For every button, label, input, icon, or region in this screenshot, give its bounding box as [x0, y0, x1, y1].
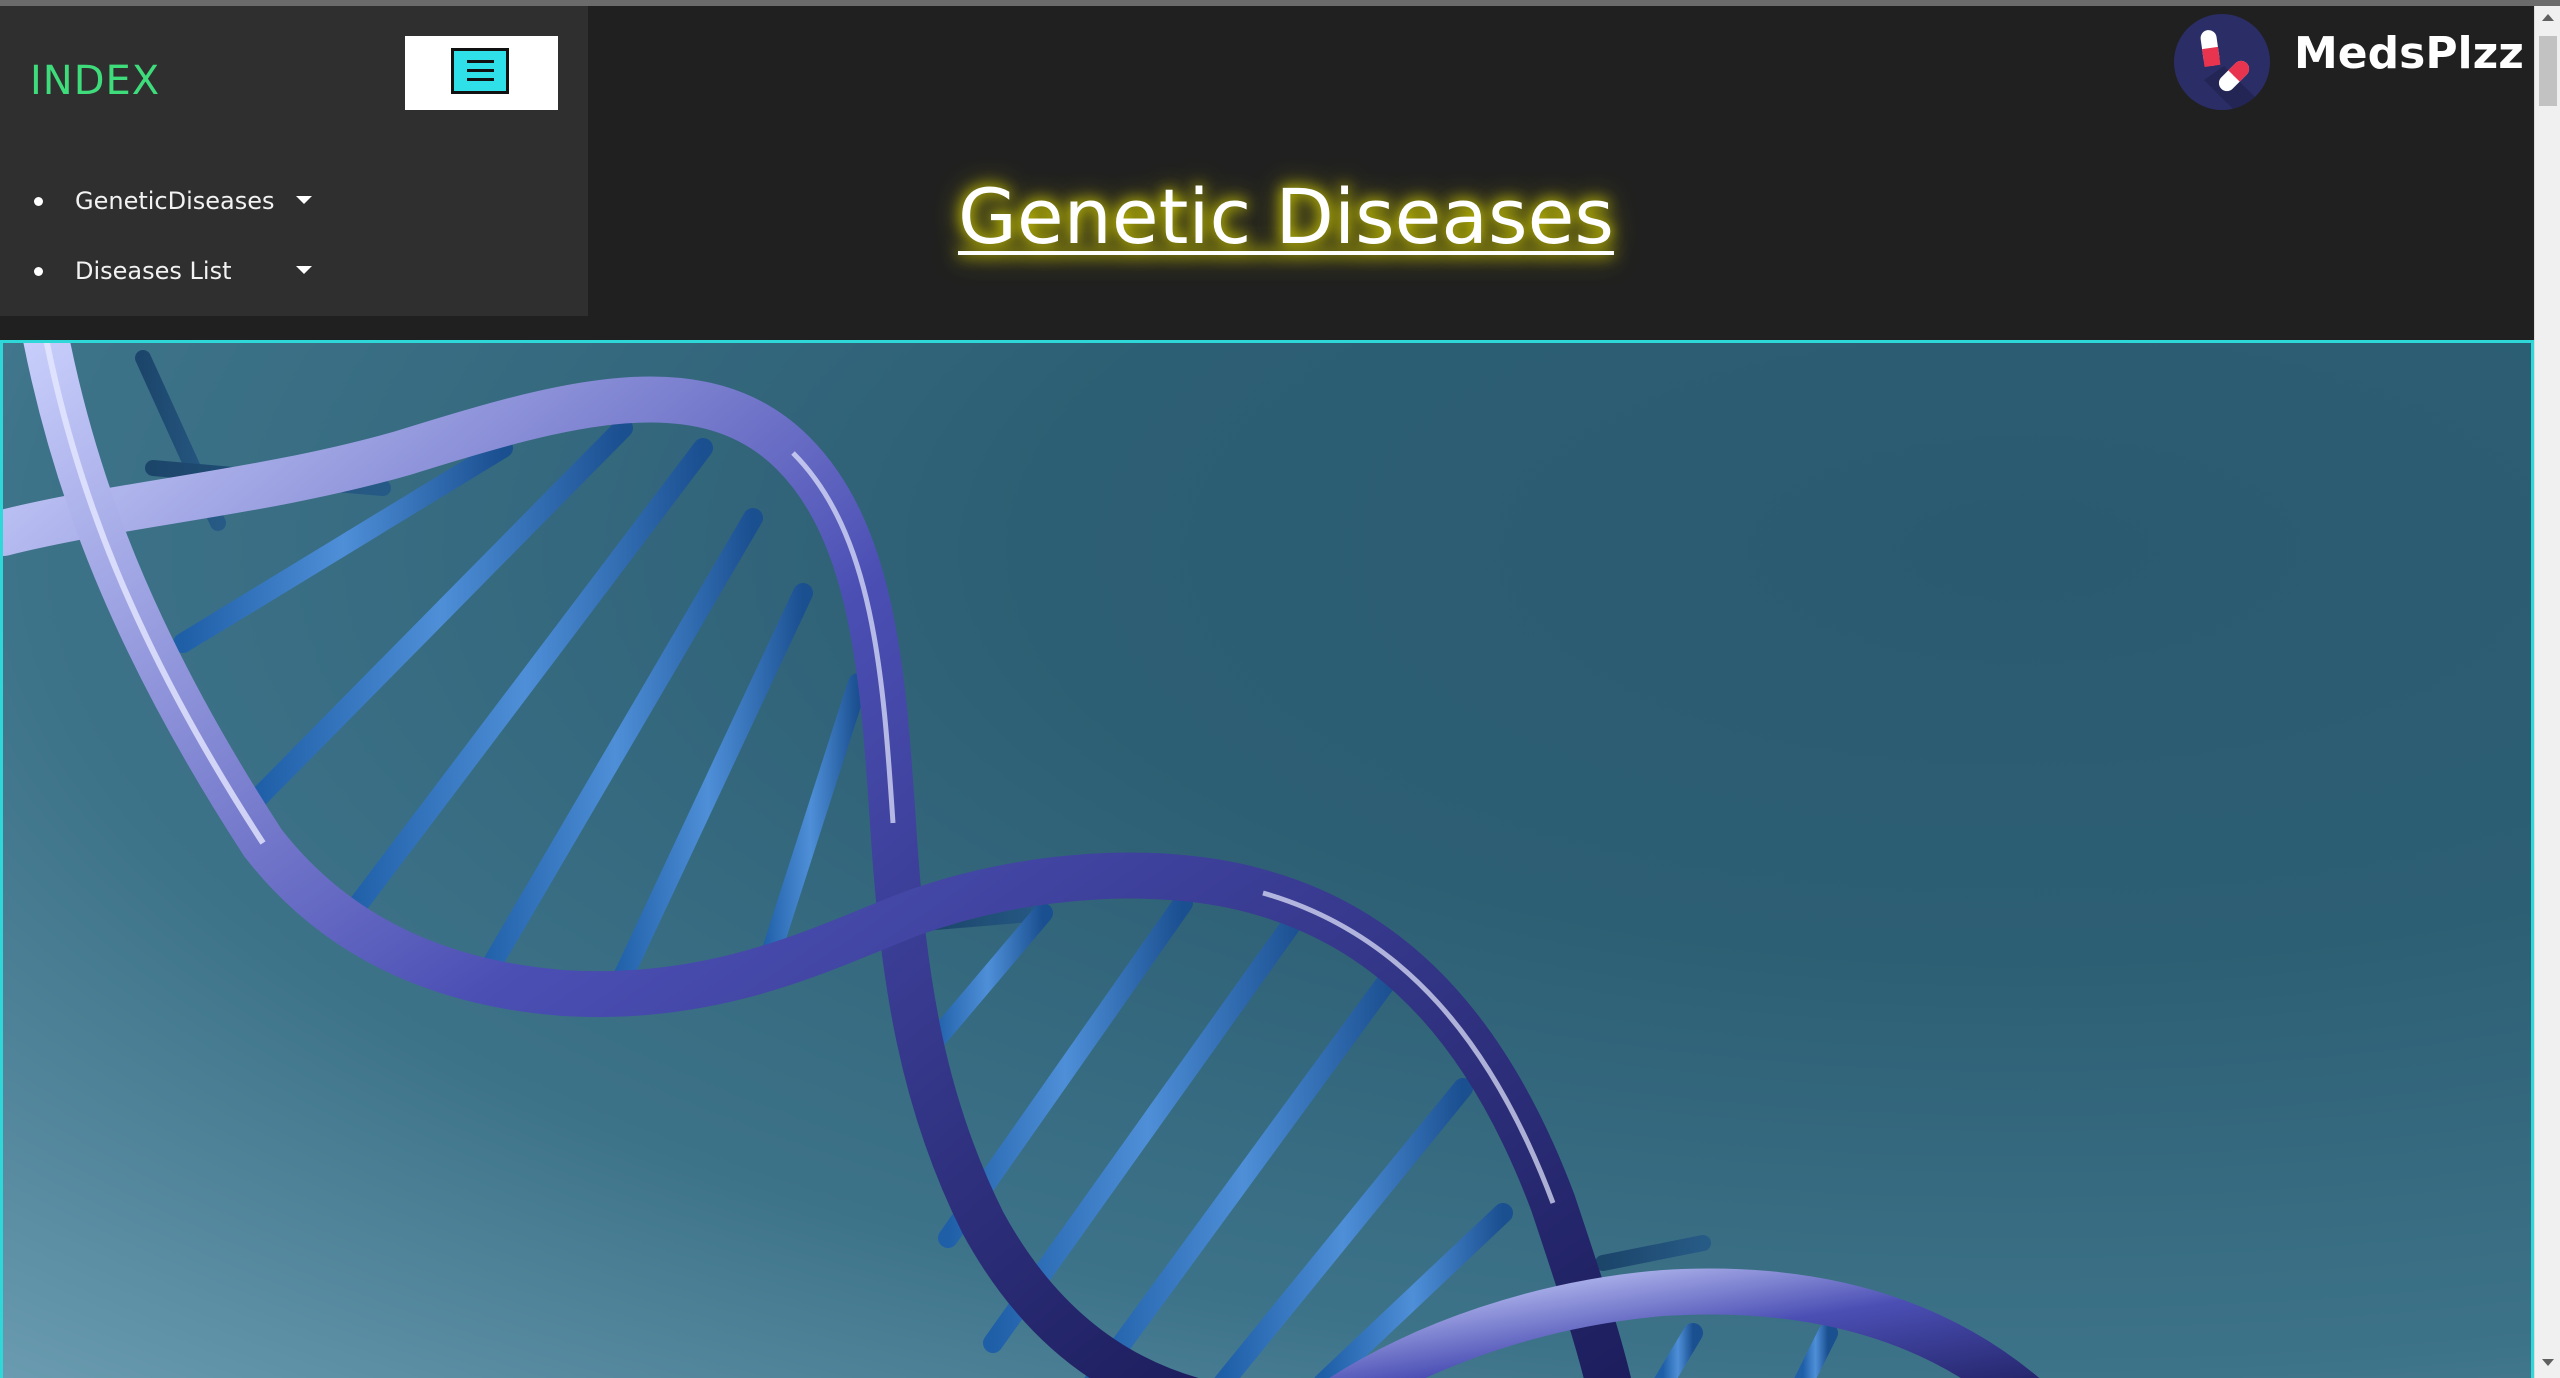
scroll-up-arrow-icon[interactable]	[2542, 14, 2554, 21]
brand-name[interactable]: MedsPlzz	[2294, 28, 2524, 79]
sidebar: INDEX GeneticDiseases Diseases List	[0, 6, 588, 316]
scroll-down-arrow-icon[interactable]	[2542, 1359, 2554, 1366]
dna-helix-illustration	[3, 343, 2040, 1378]
bullet-icon	[34, 266, 43, 276]
hero-image-dna	[0, 340, 2534, 1378]
page-title[interactable]: Genetic Diseases	[958, 172, 1614, 261]
sidebar-nav: GeneticDiseases Diseases List	[34, 166, 312, 306]
sidebar-item-genetic-diseases[interactable]: GeneticDiseases	[34, 166, 312, 236]
vertical-scrollbar[interactable]	[2534, 6, 2560, 1378]
site-header: INDEX GeneticDiseases Diseases List Gene…	[0, 6, 2534, 340]
sidebar-item-label: GeneticDiseases	[75, 187, 275, 215]
index-title: INDEX	[30, 58, 161, 104]
hamburger-icon	[451, 48, 509, 94]
sidebar-item-label: Diseases List	[75, 257, 232, 285]
pill-capsule-icon	[2200, 30, 2270, 110]
caret-down-icon[interactable]	[296, 266, 312, 274]
sidebar-item-diseases-list[interactable]: Diseases List	[34, 236, 312, 306]
brand-logo[interactable]	[2174, 14, 2270, 110]
caret-down-icon[interactable]	[296, 196, 312, 204]
scrollbar-thumb[interactable]	[2539, 36, 2557, 106]
menu-toggle-button[interactable]	[405, 36, 558, 110]
bullet-icon	[34, 196, 43, 206]
page: INDEX GeneticDiseases Diseases List Gene…	[0, 0, 2560, 1378]
